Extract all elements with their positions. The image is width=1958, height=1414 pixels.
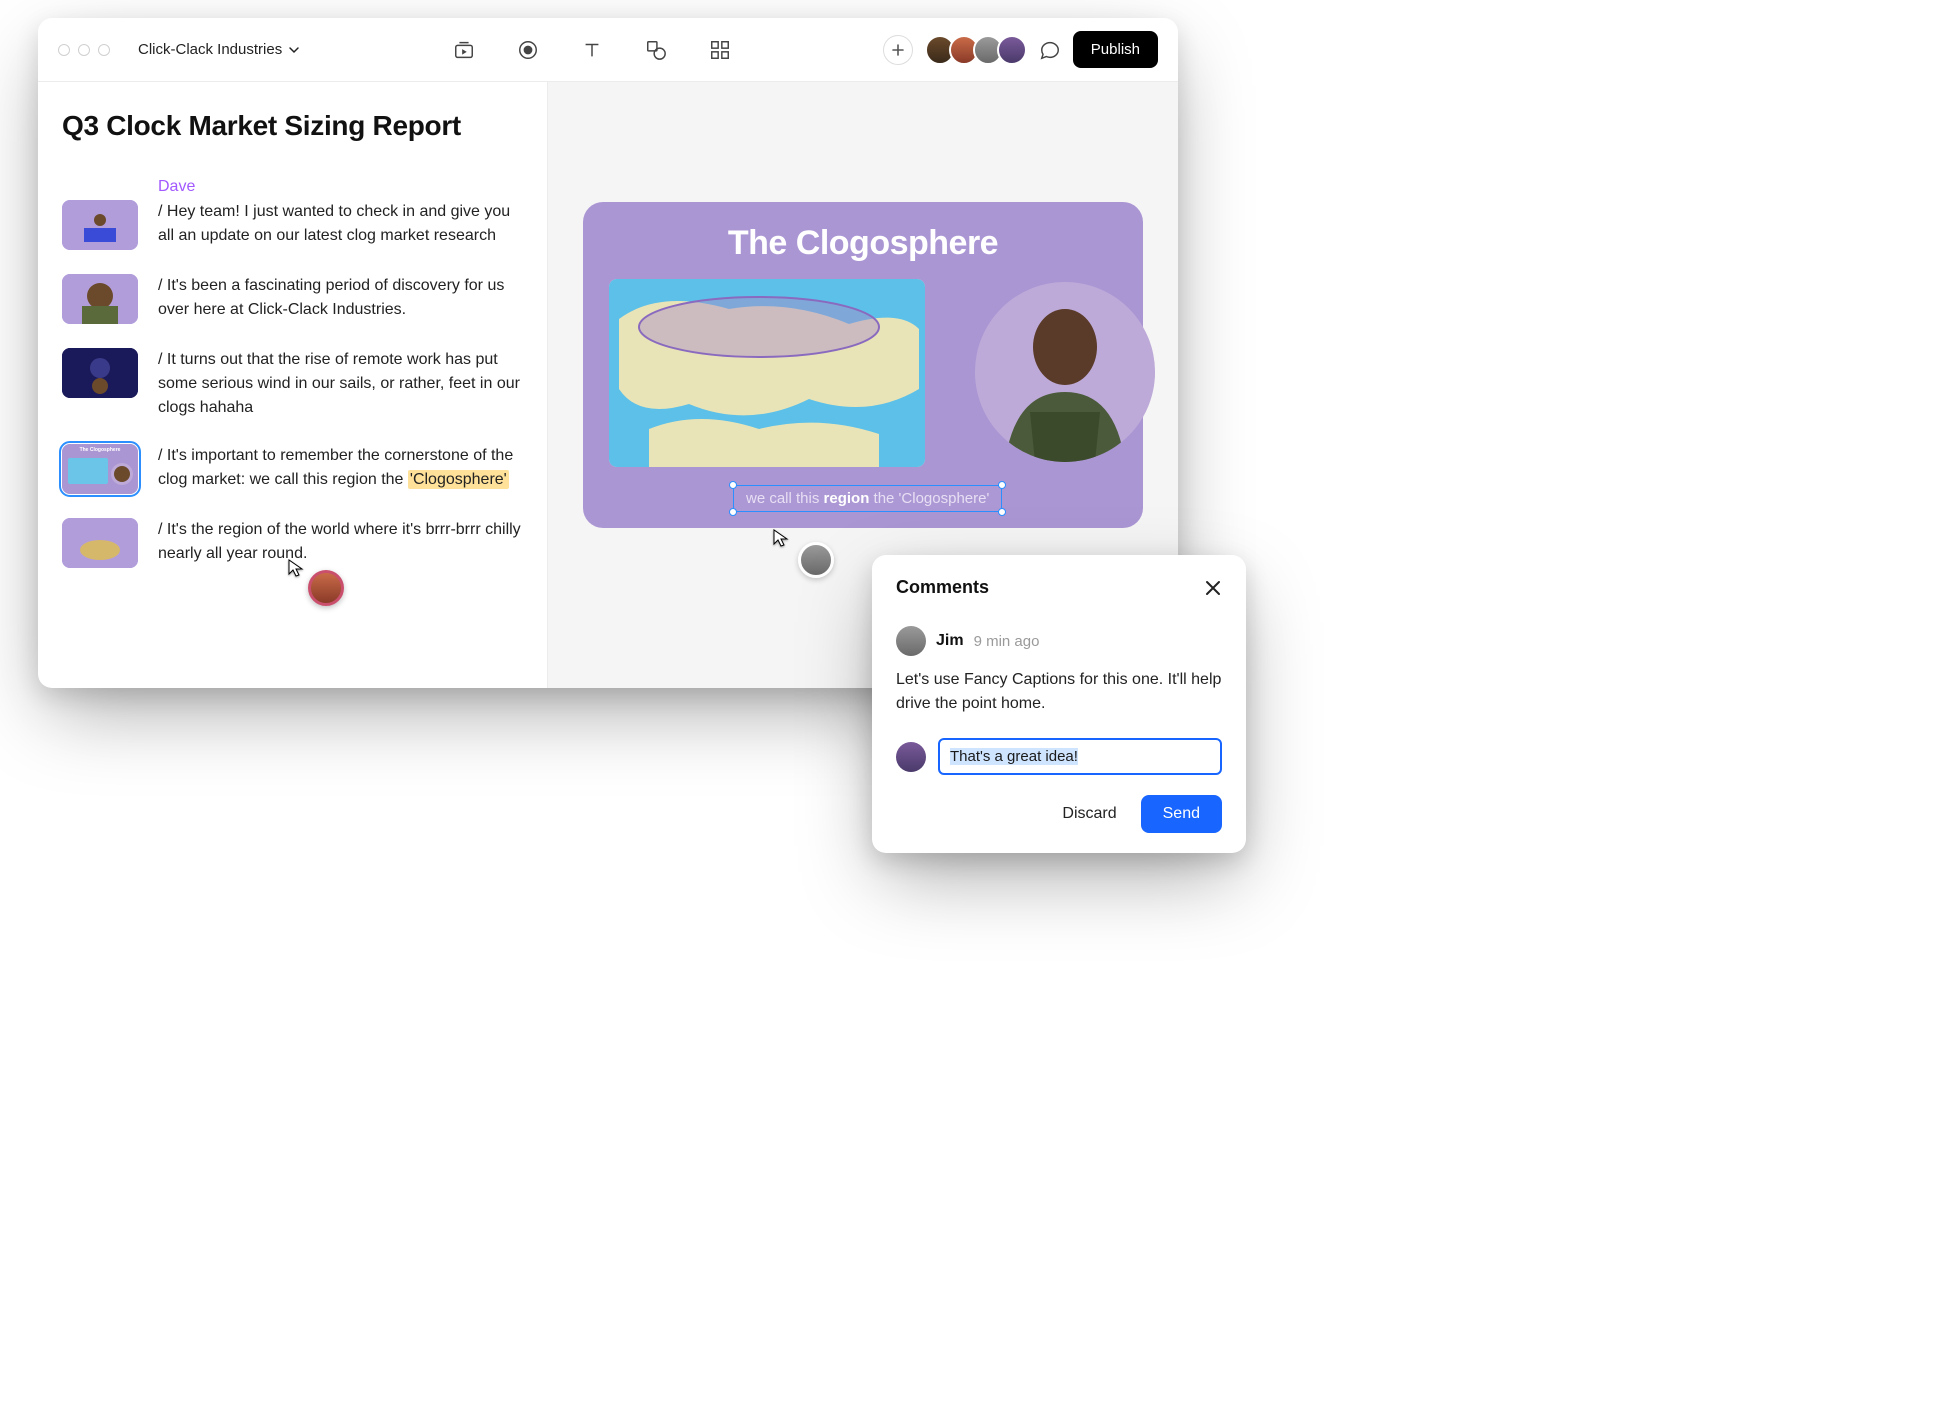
comment-time: 9 min ago xyxy=(974,633,1040,650)
chat-icon[interactable] xyxy=(1039,39,1061,61)
script-row: / Hey team! I just wanted to check in an… xyxy=(62,200,523,250)
project-switcher[interactable]: Click-Clack Industries xyxy=(138,41,300,58)
close-button[interactable] xyxy=(1204,579,1222,597)
close-icon xyxy=(1204,579,1222,597)
project-name: Click-Clack Industries xyxy=(138,41,282,58)
selection-handle[interactable] xyxy=(998,508,1006,516)
chevron-down-icon xyxy=(288,44,300,56)
selection-handle[interactable] xyxy=(729,481,737,489)
reply-input[interactable]: That's a great idea! xyxy=(938,738,1222,775)
comments-popover: Comments Jim 9 min ago Let's use Fancy C… xyxy=(872,555,1246,853)
comments-header: Comments xyxy=(896,577,1222,598)
script-text[interactable]: / It's important to remember the corners… xyxy=(158,444,523,492)
send-button[interactable]: Send xyxy=(1141,795,1222,833)
slide-card[interactable]: The Clogosphere xyxy=(583,202,1143,528)
toolbar-center xyxy=(453,39,731,61)
scene-thumbnail-selected[interactable]: The Clogosphere xyxy=(62,444,138,494)
record-tool-icon[interactable] xyxy=(517,39,539,61)
script-text[interactable]: / It's the region of the world where it'… xyxy=(158,518,523,566)
publish-button[interactable]: Publish xyxy=(1073,31,1158,68)
scene-thumbnail[interactable] xyxy=(62,200,138,250)
slides-tool-icon[interactable] xyxy=(453,39,475,61)
comment-body: Let's use Fancy Captions for this one. I… xyxy=(896,668,1222,716)
collaborator-avatars xyxy=(925,35,1027,65)
comments-title: Comments xyxy=(896,577,989,598)
collaborator-cursor-avatar xyxy=(308,570,344,606)
shapes-tool-icon[interactable] xyxy=(645,39,667,61)
text-tool-icon[interactable] xyxy=(581,39,603,61)
script-row: / It's the region of the world where it'… xyxy=(62,518,523,568)
collaborator-cursor-avatar xyxy=(798,542,834,578)
plus-icon xyxy=(891,43,905,57)
presenter-video[interactable] xyxy=(975,282,1155,462)
author-name[interactable]: Dave xyxy=(158,178,523,196)
selection-handle[interactable] xyxy=(998,481,1006,489)
toolbar-right: Publish xyxy=(883,31,1158,68)
scene-thumbnail[interactable] xyxy=(62,518,138,568)
script-row: The Clogosphere / It's important to reme… xyxy=(62,444,523,494)
cursor-icon xyxy=(772,528,792,548)
avatar[interactable] xyxy=(997,35,1027,65)
script-row: / It's been a fascinating period of disc… xyxy=(62,274,523,324)
highlighted-text: 'Clogosphere' xyxy=(408,470,509,489)
caption-text-post: the 'Clogosphere' xyxy=(869,490,989,507)
script-row: / It turns out that the rise of remote w… xyxy=(62,348,523,420)
titlebar: Click-Clack Industries xyxy=(38,18,1178,82)
script-text[interactable]: / It turns out that the rise of remote w… xyxy=(158,348,523,420)
reply-input-value: That's a great idea! xyxy=(950,748,1078,765)
scene-thumbnail[interactable] xyxy=(62,274,138,324)
comment-actions: Discard Send xyxy=(896,795,1222,833)
maximize-window-button[interactable] xyxy=(98,44,110,56)
reply-author-avatar xyxy=(896,742,926,772)
window-controls xyxy=(58,44,110,56)
minimize-window-button[interactable] xyxy=(78,44,90,56)
comment-meta: Jim 9 min ago xyxy=(896,626,1222,656)
scene-thumbnail[interactable] xyxy=(62,348,138,398)
script-text[interactable]: / Hey team! I just wanted to check in an… xyxy=(158,200,523,248)
add-collaborator-button[interactable] xyxy=(883,35,913,65)
selection-handle[interactable] xyxy=(729,508,737,516)
grid-tool-icon[interactable] xyxy=(709,39,731,61)
slide-title[interactable]: The Clogosphere xyxy=(609,224,1117,263)
close-window-button[interactable] xyxy=(58,44,70,56)
document-title: Q3 Clock Market Sizing Report xyxy=(62,110,523,142)
discard-button[interactable]: Discard xyxy=(1056,797,1122,831)
comment-author-avatar xyxy=(896,626,926,656)
reply-row: That's a great idea! xyxy=(896,738,1222,775)
script-text[interactable]: / It's been a fascinating period of disc… xyxy=(158,274,523,322)
comment-author: Jim xyxy=(936,632,964,650)
caption-text-bold: region xyxy=(824,490,870,507)
caption-text-pre: we call this xyxy=(746,490,824,507)
world-map[interactable] xyxy=(609,279,925,467)
caption-selection[interactable]: we call this region the 'Clogosphere' xyxy=(733,485,1002,512)
script-pane: Q3 Clock Market Sizing Report Dave / Hey… xyxy=(38,82,548,688)
